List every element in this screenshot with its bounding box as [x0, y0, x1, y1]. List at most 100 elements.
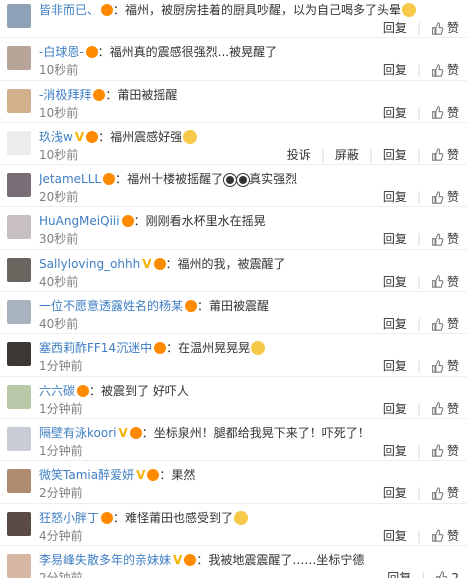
comment-meta: 2分钟前 回复 | 2	[39, 570, 459, 578]
avatar[interactable]	[7, 257, 31, 282]
username-link[interactable]: -白球恩-	[39, 45, 84, 59]
comment-content: 玖浅w V ：福州震感好强	[39, 129, 459, 145]
comment-meta: 回复 | 赞	[39, 20, 459, 36]
thumbs-up-icon	[431, 148, 444, 162]
timestamp: 40秒前	[39, 317, 79, 332]
like-label: 赞	[446, 486, 459, 501]
vip-icon	[85, 46, 98, 59]
reply-button[interactable]: 回复	[373, 274, 407, 290]
reply-button[interactable]: 回复	[373, 443, 407, 459]
divider: |	[416, 105, 421, 120]
reply-button[interactable]: 回复	[377, 570, 411, 578]
avatar[interactable]	[7, 553, 31, 578]
like-button[interactable]: 赞	[421, 231, 459, 247]
avatar[interactable]	[7, 511, 31, 536]
reply-button[interactable]: 回复	[373, 189, 407, 205]
username-link[interactable]: 皆非而已、	[39, 3, 99, 17]
like-label: 赞	[446, 147, 459, 162]
avatar[interactable]	[7, 4, 31, 28]
username-link[interactable]: 隔壁有泳koori	[39, 426, 116, 440]
reply-button[interactable]: 回复	[373, 401, 407, 417]
comment-content: 李易峰失散多年的亲妹妹 V ：我被地震震醒了……坐标宁德	[39, 552, 459, 568]
thumbs-up-icon	[431, 275, 444, 288]
avatar[interactable]	[7, 426, 31, 451]
like-button[interactable]: 赞	[421, 147, 459, 163]
avatar[interactable]	[7, 173, 31, 198]
comment-meta: 10秒前 回复 | 赞	[39, 62, 459, 78]
verified-icon: V	[142, 256, 152, 271]
comment-text-trail: 真实强烈	[249, 172, 298, 187]
avatar[interactable]	[7, 342, 31, 367]
comment-content: 微笑Tamia醉爱妍 V ：果然	[39, 467, 459, 483]
avatar[interactable]	[7, 300, 31, 325]
vip-icon	[86, 130, 99, 143]
like-button[interactable]: 赞	[421, 316, 459, 332]
like-button[interactable]: 赞	[421, 105, 459, 121]
comment-content: 六六碳 ：被震到了 好吓人	[39, 383, 459, 399]
username-link[interactable]: 一位不愿意透露姓名的杨某	[39, 299, 183, 313]
block-button[interactable]: 屏蔽	[325, 147, 359, 163]
like-button[interactable]: 赞	[421, 443, 459, 459]
avatar[interactable]	[7, 384, 31, 409]
username-link[interactable]: JetameLLL	[39, 172, 101, 186]
reply-button[interactable]: 回复	[373, 528, 407, 544]
avatar[interactable]	[7, 46, 31, 71]
divider: |	[416, 443, 421, 458]
thumbs-up-icon	[431, 360, 444, 373]
reply-button[interactable]: 回复	[373, 316, 407, 332]
like-button[interactable]: 赞	[421, 274, 459, 290]
like-button[interactable]: 赞	[421, 189, 459, 205]
divider: |	[416, 528, 421, 543]
vip-icon	[93, 88, 106, 101]
like-button[interactable]: 赞	[421, 528, 459, 544]
like-button[interactable]: 赞	[421, 20, 459, 36]
comment-meta: 10秒前 回复 | 赞	[39, 105, 459, 121]
reply-button[interactable]: 回复	[373, 20, 407, 36]
reply-button[interactable]: 回复	[373, 231, 407, 247]
comment-text: ：在温州晃晃晃	[166, 341, 251, 356]
reply-button[interactable]: 回复	[373, 62, 407, 78]
reply-button[interactable]: 回复	[373, 105, 407, 121]
timestamp: 10秒前	[39, 63, 79, 78]
thumbs-up-icon	[431, 529, 444, 542]
divider: |	[416, 190, 421, 205]
reply-button[interactable]: 回复	[373, 358, 407, 374]
comment-meta: 2分钟前 回复 | 赞	[39, 485, 459, 501]
divider: |	[416, 63, 421, 78]
username-link[interactable]: 李易峰失散多年的亲妹妹	[39, 553, 171, 567]
vip-icon	[101, 4, 114, 16]
comment-text: ：福州震感好强	[98, 129, 183, 144]
reply-button[interactable]: 回复	[373, 147, 407, 163]
avatar[interactable]	[7, 88, 31, 113]
timestamp: 10秒前	[39, 105, 79, 120]
username-link[interactable]: 塞西莉酢FF14沉迷中	[39, 341, 152, 355]
username-link[interactable]: 玖浅w	[39, 130, 73, 144]
like-label: 2	[451, 570, 459, 578]
divider: |	[416, 21, 421, 35]
emoji-icon	[251, 341, 266, 356]
like-button[interactable]: 赞	[421, 401, 459, 417]
comment-text: ：莆田被震醒	[197, 299, 270, 314]
like-button[interactable]: 赞	[421, 358, 459, 374]
username-link[interactable]: 六六碳	[39, 384, 75, 398]
comment-actions: 回复 | 2	[377, 570, 459, 578]
username-link[interactable]: HuAngMeiQiii	[39, 214, 120, 228]
comment-row: HuAngMeiQiii ：刚刚看水杯里水在摇晃 30秒前 回复 | 赞	[0, 207, 467, 250]
like-button[interactable]: 2	[425, 570, 459, 578]
like-button[interactable]: 赞	[421, 485, 459, 501]
reply-button[interactable]: 回复	[373, 485, 407, 501]
avatar[interactable]	[7, 130, 31, 155]
avatar[interactable]	[7, 469, 31, 494]
avatar[interactable]	[7, 215, 31, 240]
username-link[interactable]: 微笑Tamia醉爱妍	[39, 468, 134, 482]
divider: |	[416, 486, 421, 501]
username-link[interactable]: -消极拜拜	[39, 88, 91, 102]
username-link[interactable]: 狂怒小胖丁	[39, 511, 99, 525]
username-link[interactable]: Sallyloving_ohhh	[39, 257, 140, 271]
divider: |	[416, 232, 421, 247]
timestamp: 20秒前	[39, 190, 79, 205]
like-button[interactable]: 赞	[421, 62, 459, 78]
report-button[interactable]: 投诉	[277, 147, 311, 163]
like-label: 赞	[446, 232, 459, 247]
timestamp: 30秒前	[39, 232, 79, 247]
